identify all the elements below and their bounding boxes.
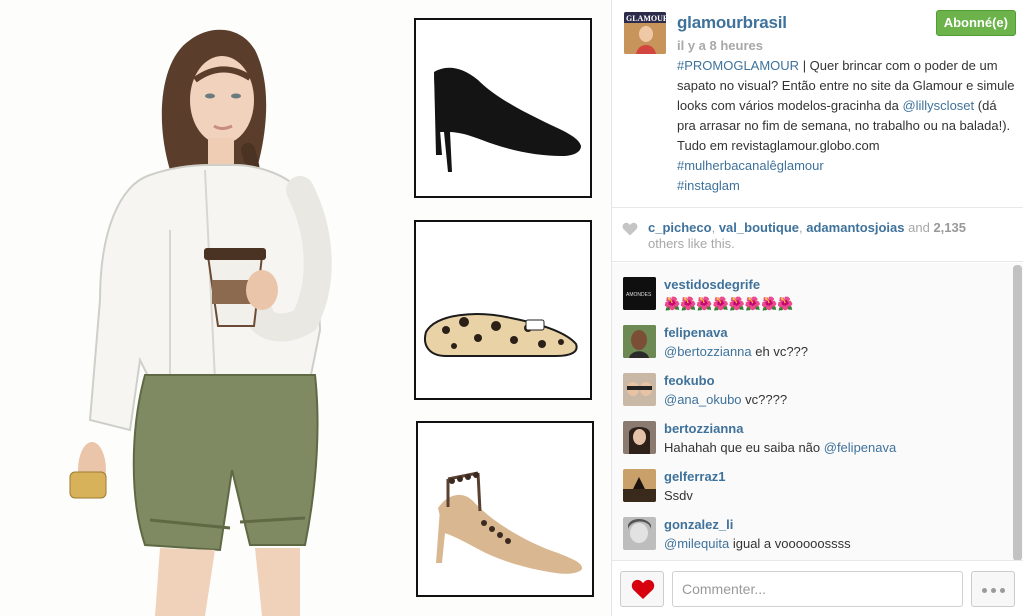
mention-lillyscloset[interactable]: @lillyscloset (902, 98, 974, 113)
avatar-logo-text: GLAMOUR (626, 14, 666, 23)
like-user-3[interactable]: adamantosjoias (806, 220, 904, 235)
like-heart-icon (631, 579, 655, 599)
avatar[interactable]: GLAMOUR (624, 12, 666, 54)
avatar[interactable] (623, 517, 656, 550)
post-caption: #PROMOGLAMOUR | Quer brincar com o poder… (677, 56, 1017, 196)
shoe-card-heel-black[interactable] (414, 18, 592, 198)
avatar[interactable] (623, 469, 656, 502)
comment-item: AMONDES vestidosdegrife 🌺🌺🌺🌺🌺🌺🌺🌺 (612, 277, 1012, 325)
comment-mention[interactable]: @milequita (664, 536, 729, 551)
avatar-image (623, 325, 656, 358)
likes-and: and (904, 220, 934, 235)
comment-username[interactable]: gelferraz1 (664, 469, 725, 484)
comments-list[interactable]: AMONDES vestidosdegrife 🌺🌺🌺🌺🌺🌺🌺🌺 felipen… (612, 263, 1023, 560)
comments-scrollbar[interactable] (1013, 265, 1022, 560)
more-dots-icon (1000, 588, 1005, 593)
comment-body: vc???? (741, 392, 788, 407)
comment-input[interactable] (672, 571, 963, 607)
likes-text: c_picheco, val_boutique, adamantosjoias … (648, 220, 1008, 252)
like-button[interactable] (620, 571, 664, 607)
comment-text: 🌺🌺🌺🌺🌺🌺🌺🌺 (664, 296, 794, 311)
hashtag-instaglam[interactable]: #instaglam (677, 178, 740, 193)
post-side-panel: GLAMOUR glamourbrasil Abonné(e) il y a 8… (611, 0, 1023, 616)
comment-username[interactable]: gonzalez_li (664, 517, 733, 532)
more-options-button[interactable] (971, 571, 1015, 607)
comment-item: bertozzianna Hahahah que eu saiba não @f… (612, 421, 1012, 469)
comment-mention[interactable]: @bertozzianna (664, 344, 752, 359)
nude-studded-heel-image (436, 471, 583, 574)
avatar[interactable] (623, 421, 656, 454)
scrollbar-thumb[interactable] (1013, 265, 1022, 560)
shoe-card-loafer-leopard[interactable] (414, 220, 592, 400)
post-header: GLAMOUR glamourbrasil Abonné(e) il y a 8… (612, 0, 1023, 206)
follow-button[interactable]: Abonné(e) (935, 10, 1016, 36)
comment-mention[interactable]: @ana_okubo (664, 392, 742, 407)
comment-text: Hahahah que eu saiba não @felipenava (664, 440, 896, 455)
avatar[interactable] (623, 373, 656, 406)
avatar-image: AMONDES (623, 277, 656, 310)
comment-item: gonzalez_li @milequita igual a vooooooss… (612, 517, 1012, 560)
avatar-logo-text: AMONDES (626, 292, 652, 298)
avatar-image (623, 421, 656, 454)
likes-suffix: others like this. (648, 236, 735, 251)
post-footer (612, 560, 1023, 616)
hashtag-mulherbacana[interactable]: #mulherbacanalêglamour (677, 158, 824, 173)
post-username[interactable]: glamourbrasil (677, 13, 787, 33)
comment-text: Ssdv (664, 488, 693, 503)
heart-icon (622, 222, 638, 236)
likes-section: c_picheco, val_boutique, adamantosjoias … (612, 207, 1023, 262)
comment-item: felipenava @bertozzianna eh vc??? (612, 325, 1012, 373)
comment-text: @ana_okubo vc???? (664, 392, 787, 407)
comment-body: eh vc??? (751, 344, 809, 359)
more-dots-icon (991, 588, 996, 593)
comment-username[interactable]: feokubo (664, 373, 715, 388)
likes-sep: , (711, 220, 719, 235)
post-timestamp: il y a 8 heures (677, 38, 763, 53)
likes-count[interactable]: 2,135 (933, 220, 966, 235)
post-photo[interactable] (0, 0, 611, 616)
comment-body: igual a voooooossss (729, 536, 851, 551)
shoe-card-nude-studded[interactable] (416, 421, 594, 597)
comment-mention[interactable]: @felipenava (824, 440, 896, 455)
comment-item: gelferraz1 Ssdv (612, 469, 1012, 517)
avatar-image (623, 517, 656, 550)
avatar-image (623, 373, 656, 406)
comment-username[interactable]: vestidosdegrife (664, 277, 760, 292)
like-user-1[interactable]: c_picheco (648, 220, 712, 235)
comment-item: feokubo @ana_okubo vc???? (612, 373, 1012, 421)
avatar-image (623, 469, 656, 502)
glamour-avatar-image: GLAMOUR (624, 12, 666, 54)
hashtag-promoglamour[interactable]: #PROMOGLAMOUR (677, 58, 799, 73)
like-user-2[interactable]: val_boutique (719, 220, 799, 235)
comment-body: Hahahah que eu saiba não (664, 440, 824, 455)
comment-text: @milequita igual a voooooossss (664, 536, 851, 551)
comment-username[interactable]: felipenava (664, 325, 728, 340)
comment-text: @bertozzianna eh vc??? (664, 344, 808, 359)
leopard-loafer-image (424, 313, 578, 357)
avatar[interactable] (623, 325, 656, 358)
avatar[interactable]: AMONDES (623, 277, 656, 310)
comment-username[interactable]: bertozzianna (664, 421, 743, 436)
more-dots-icon (982, 588, 987, 593)
black-heel-image (434, 67, 581, 172)
